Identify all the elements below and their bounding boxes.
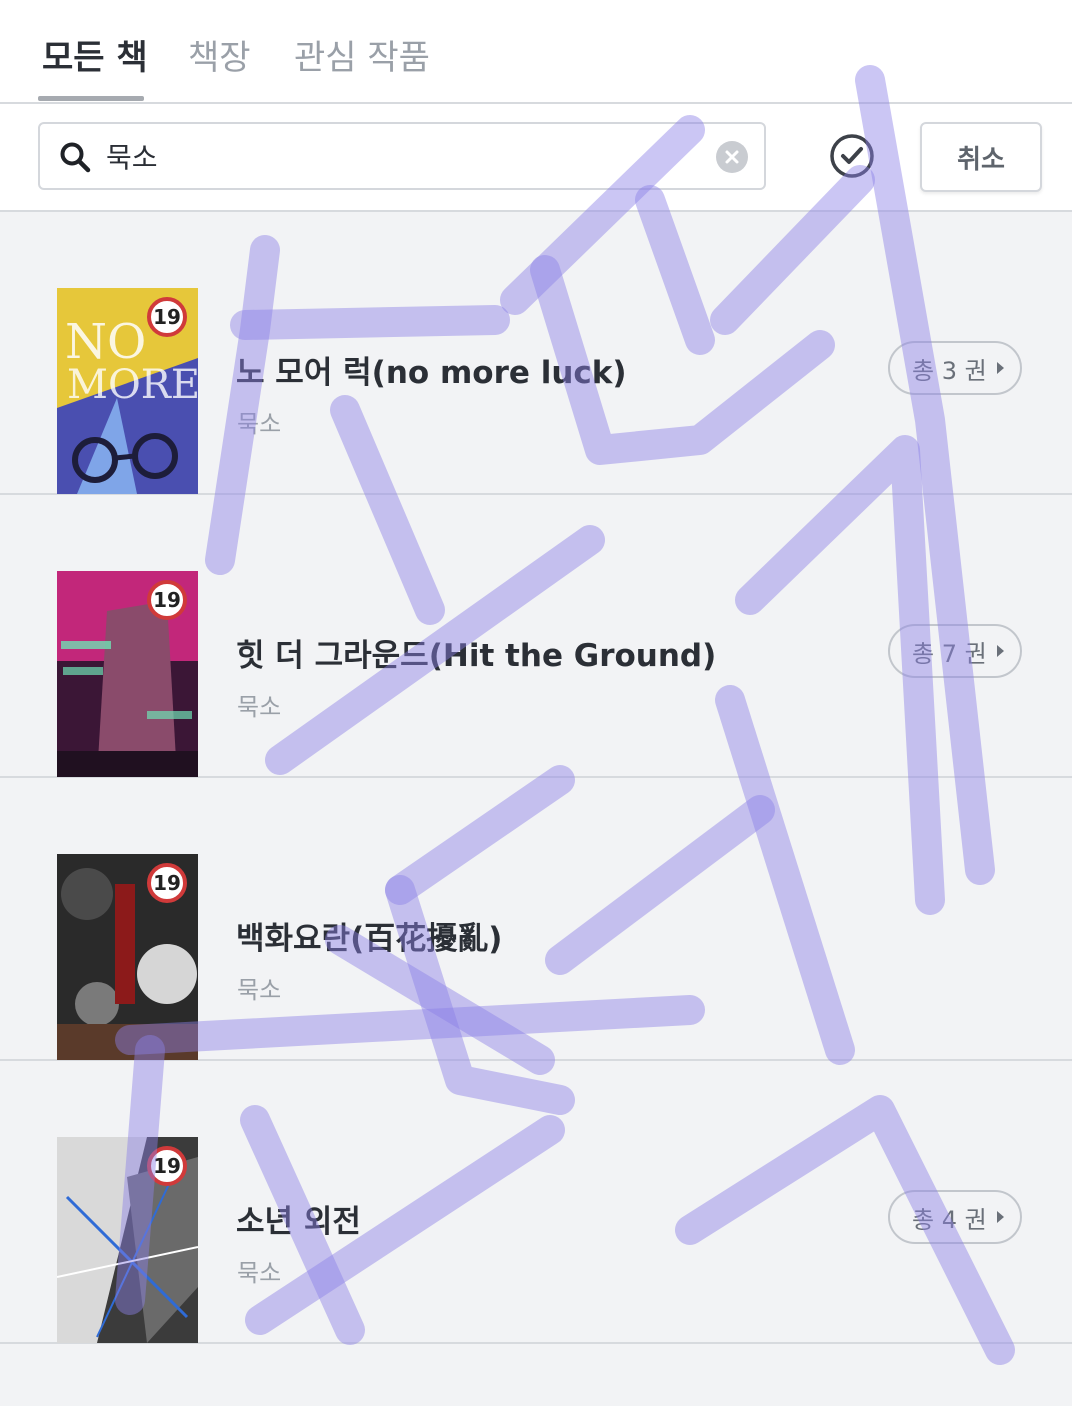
cancel-button[interactable]: 취소: [920, 122, 1042, 192]
volume-count-label: 총 7 권: [912, 639, 987, 668]
book-author: 묵소: [237, 693, 282, 721]
chevron-right-icon: [997, 645, 1004, 657]
book-title[interactable]: 힛 더 그라운드(Hit the Ground): [236, 630, 716, 675]
book-cover[interactable]: 19: [57, 854, 198, 1060]
book-item[interactable]: 19 힛 더 그라운드(Hit the Ground) 묵소 총 7 권: [0, 495, 1072, 778]
volume-count-button[interactable]: 총 4 권: [888, 1190, 1022, 1244]
volume-count-button[interactable]: 총 7 권: [888, 624, 1022, 678]
check-circle-icon[interactable]: [828, 132, 876, 180]
svg-text:MORE: MORE: [67, 362, 198, 408]
volume-count-label: 총 4 권: [912, 1205, 987, 1234]
chevron-right-icon: [997, 362, 1004, 374]
tab-all-books[interactable]: 모든 책: [42, 30, 148, 79]
tab-favorites[interactable]: 관심 작품: [294, 30, 430, 79]
book-item[interactable]: 19 소년 외전 묵소 총 4 권: [0, 1061, 1072, 1344]
search-toolbar: 취소: [0, 104, 1072, 212]
top-tab-bar: 모든 책 책장 관심 작품: [0, 0, 1072, 104]
age-19-badge: 19: [147, 863, 187, 903]
book-item[interactable]: 19 백화요란(百花擾亂) 묵소: [0, 778, 1072, 1061]
volume-count-label: 총 3 권: [912, 356, 987, 385]
book-cover[interactable]: NO MORE 19: [57, 288, 198, 494]
book-cover[interactable]: 19: [57, 1137, 198, 1343]
volume-count-button[interactable]: 총 3 권: [888, 341, 1022, 395]
book-item[interactable]: NO MORE 19 노 모어 럭(no more luck) 묵소 총 3 권: [0, 212, 1072, 495]
book-title[interactable]: 노 모어 럭(no more luck): [236, 347, 627, 392]
book-title[interactable]: 백화요란(百花擾亂): [236, 913, 502, 958]
search-box[interactable]: [38, 122, 766, 190]
book-author: 묵소: [237, 1259, 282, 1287]
search-input[interactable]: [106, 134, 686, 178]
age-19-badge: 19: [147, 1146, 187, 1186]
chevron-right-icon: [997, 1211, 1004, 1223]
search-icon: [60, 142, 91, 173]
age-19-badge: 19: [147, 580, 187, 620]
clear-search-icon[interactable]: [716, 141, 748, 173]
book-author: 묵소: [237, 976, 282, 1004]
age-19-badge: 19: [147, 297, 187, 337]
active-tab-indicator: [38, 96, 144, 101]
tab-bookshelf[interactable]: 책장: [188, 30, 251, 79]
book-title[interactable]: 소년 외전: [236, 1196, 361, 1241]
book-cover[interactable]: 19: [57, 571, 198, 777]
book-author: 묵소: [237, 410, 282, 438]
